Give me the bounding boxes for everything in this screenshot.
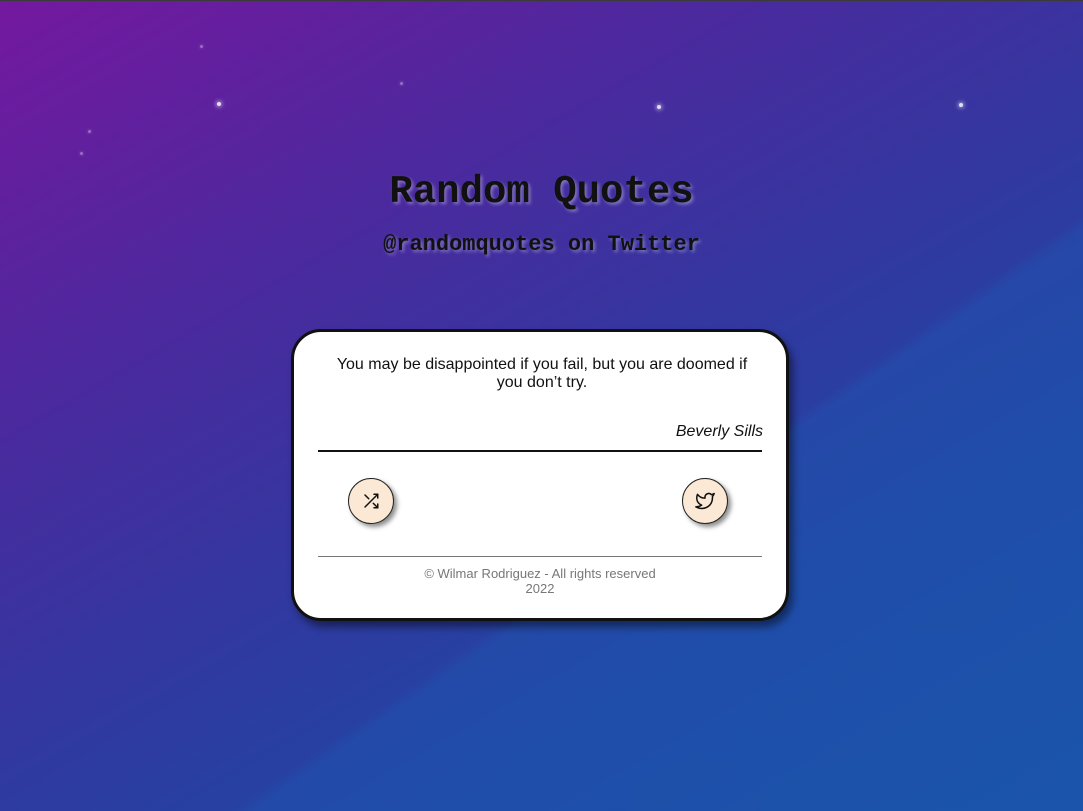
top-border <box>0 0 1083 1</box>
quote-text: You may be disappointed if you fail, but… <box>336 356 748 391</box>
footer-divider <box>318 556 762 557</box>
star-decoration <box>657 105 661 109</box>
footer-copyright: © Wilmar Rodriguez - All rights reserved… <box>318 566 762 596</box>
footer-copyright-text: © Wilmar Rodriguez - All rights reserved <box>424 566 656 581</box>
star-decoration <box>400 82 403 85</box>
quote-card: You may be disappointed if you fail, but… <box>291 329 789 621</box>
star-decoration <box>80 152 83 155</box>
star-decoration <box>959 103 963 107</box>
star-decoration <box>217 102 221 106</box>
star-decoration <box>200 45 203 48</box>
quote-divider <box>318 450 762 452</box>
twitter-icon <box>695 491 715 511</box>
shuffle-icon <box>362 492 380 510</box>
page-title: Random Quotes <box>389 170 694 214</box>
page-subtitle: @randomquotes on Twitter <box>383 232 700 257</box>
quote-author: Beverly Sills <box>675 423 763 440</box>
new-quote-button[interactable] <box>348 478 394 524</box>
footer-year: 2022 <box>525 581 555 596</box>
star-decoration <box>88 130 91 133</box>
tweet-quote-button[interactable] <box>682 478 728 524</box>
